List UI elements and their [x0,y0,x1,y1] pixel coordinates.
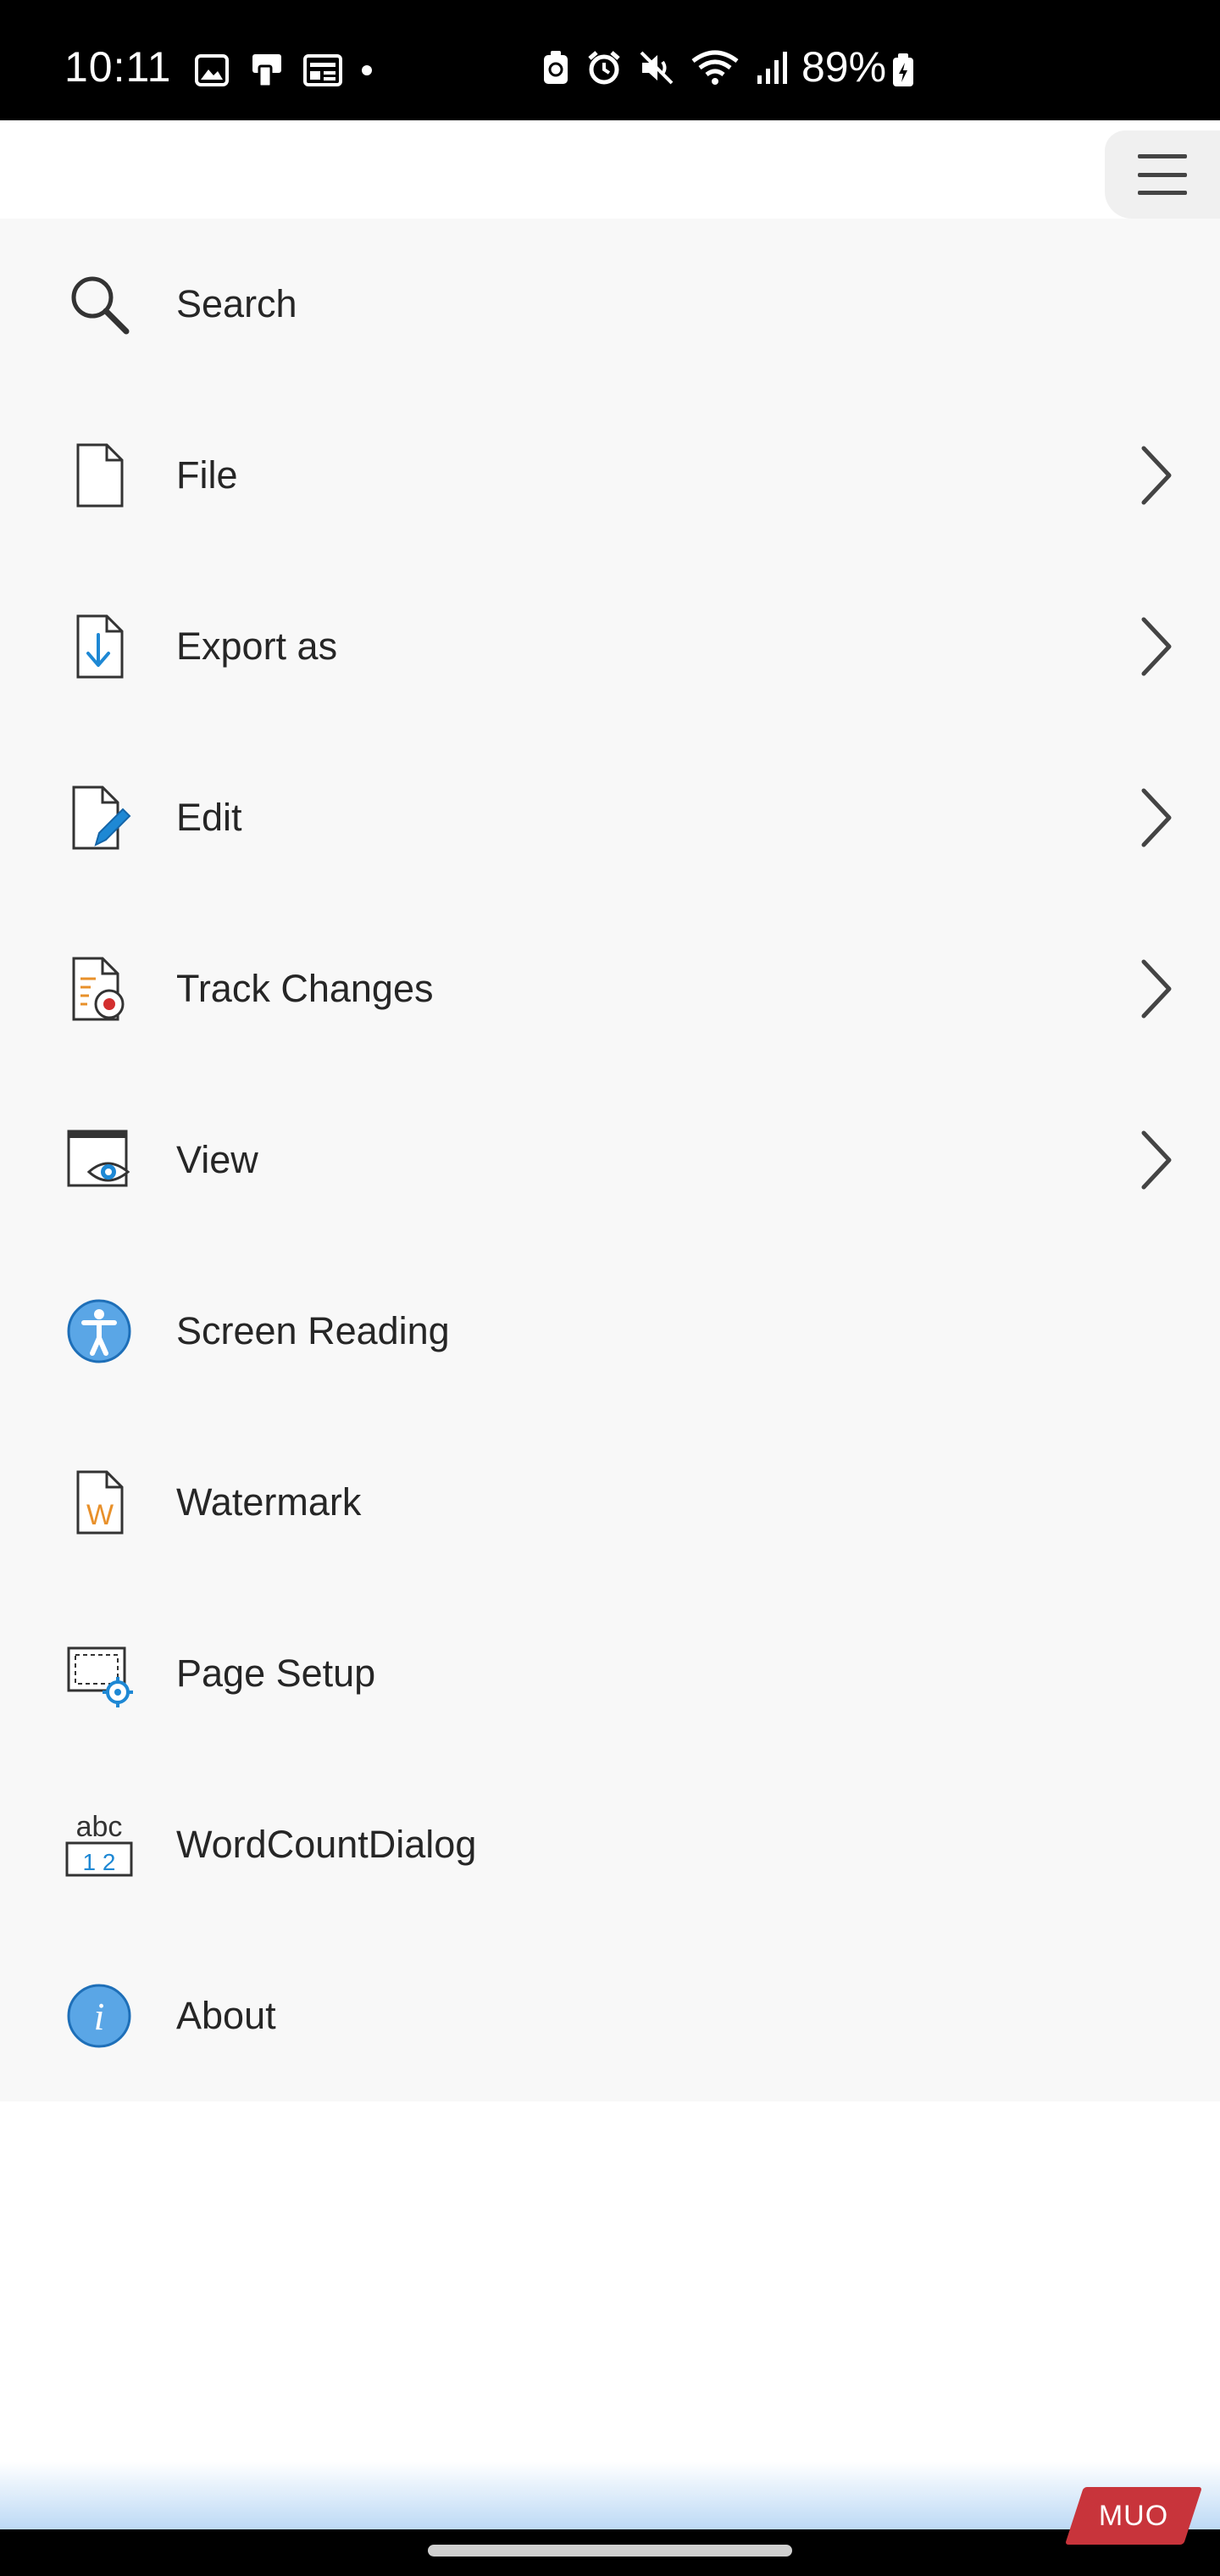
alarm-icon [588,51,620,85]
menu-item-watermark[interactable]: W Watermark [0,1417,1220,1588]
chevron-right-icon [1141,959,1172,1019]
battery-percent: 89% [801,43,887,91]
menu-item-label: About [176,1994,276,2037]
dot-icon [362,65,372,75]
accessibility-icon [61,1293,137,1369]
menu-item-screen-reading[interactable]: Screen Reading [0,1246,1220,1417]
wifi-icon [691,50,739,85]
menu-item-label: Screen Reading [176,1309,450,1352]
watermark-logo-text: MUO [1098,2499,1169,2532]
menu-item-label: Watermark [176,1480,362,1524]
menu-item-view[interactable]: View [0,1074,1220,1246]
menu-item-label: Edit [176,796,242,839]
status-bar: 10:11 89% [0,0,1220,120]
menu-item-label: File [176,453,238,497]
info-letter: i [94,1995,105,2038]
menu-item-label: Page Setup [176,1652,376,1695]
mute-icon [640,51,674,85]
page-setup-icon [61,1635,137,1712]
battery-icon [893,53,913,86]
news-icon [303,54,342,86]
watermark-letter: W [86,1499,114,1531]
chevron-right-icon [1141,1130,1172,1190]
menu-item-track-changes[interactable]: Track Changes [0,903,1220,1074]
chevron-right-icon [1141,446,1172,505]
word-count-icon: abc 1 2 [61,1807,137,1883]
menu-item-about[interactable]: i About [0,1930,1220,2101]
menu-item-edit[interactable]: Edit [0,732,1220,903]
view-icon [61,1122,137,1198]
menu-item-label: Search [176,282,297,325]
hamburger-menu-button[interactable] [1105,130,1220,219]
top-toolbar [0,120,1220,219]
cast-icon [252,54,281,88]
menu-item-file[interactable]: File [0,390,1220,561]
watermark-logo: MUO [1064,2487,1203,2545]
menu-item-word-count-dialog[interactable]: abc 1 2 WordCountDialog [0,1759,1220,1930]
menu-item-search[interactable]: Search [0,219,1220,390]
export-icon [61,608,137,685]
gallery-icon [195,54,229,86]
edit-icon [61,780,137,856]
menu-item-label: Track Changes [176,967,434,1010]
status-time: 10:11 [64,43,172,91]
watermark-icon: W [61,1464,137,1541]
main-menu: Search File Export as Edit Track Changes… [0,219,1220,2101]
chevron-right-icon [1141,617,1172,676]
bottom-glow [0,2462,1220,2529]
home-gesture-handle[interactable] [428,2545,792,2557]
menu-item-label: WordCountDialog [176,1823,477,1866]
battery-saver-icon [544,51,568,84]
signal-icon [757,52,787,84]
word-count-letters: abc [76,1811,123,1843]
chevron-right-icon [1141,788,1172,847]
track-changes-icon [61,951,137,1027]
info-icon: i [61,1978,137,2054]
menu-item-label: View [176,1138,258,1181]
word-count-digits: 1 2 [83,1849,116,1875]
menu-item-page-setup[interactable]: Page Setup [0,1588,1220,1759]
hamburger-icon [1138,154,1187,195]
menu-item-label: Export as [176,625,338,668]
search-icon [61,266,137,342]
menu-item-export-as[interactable]: Export as [0,561,1220,732]
file-icon [61,437,137,514]
